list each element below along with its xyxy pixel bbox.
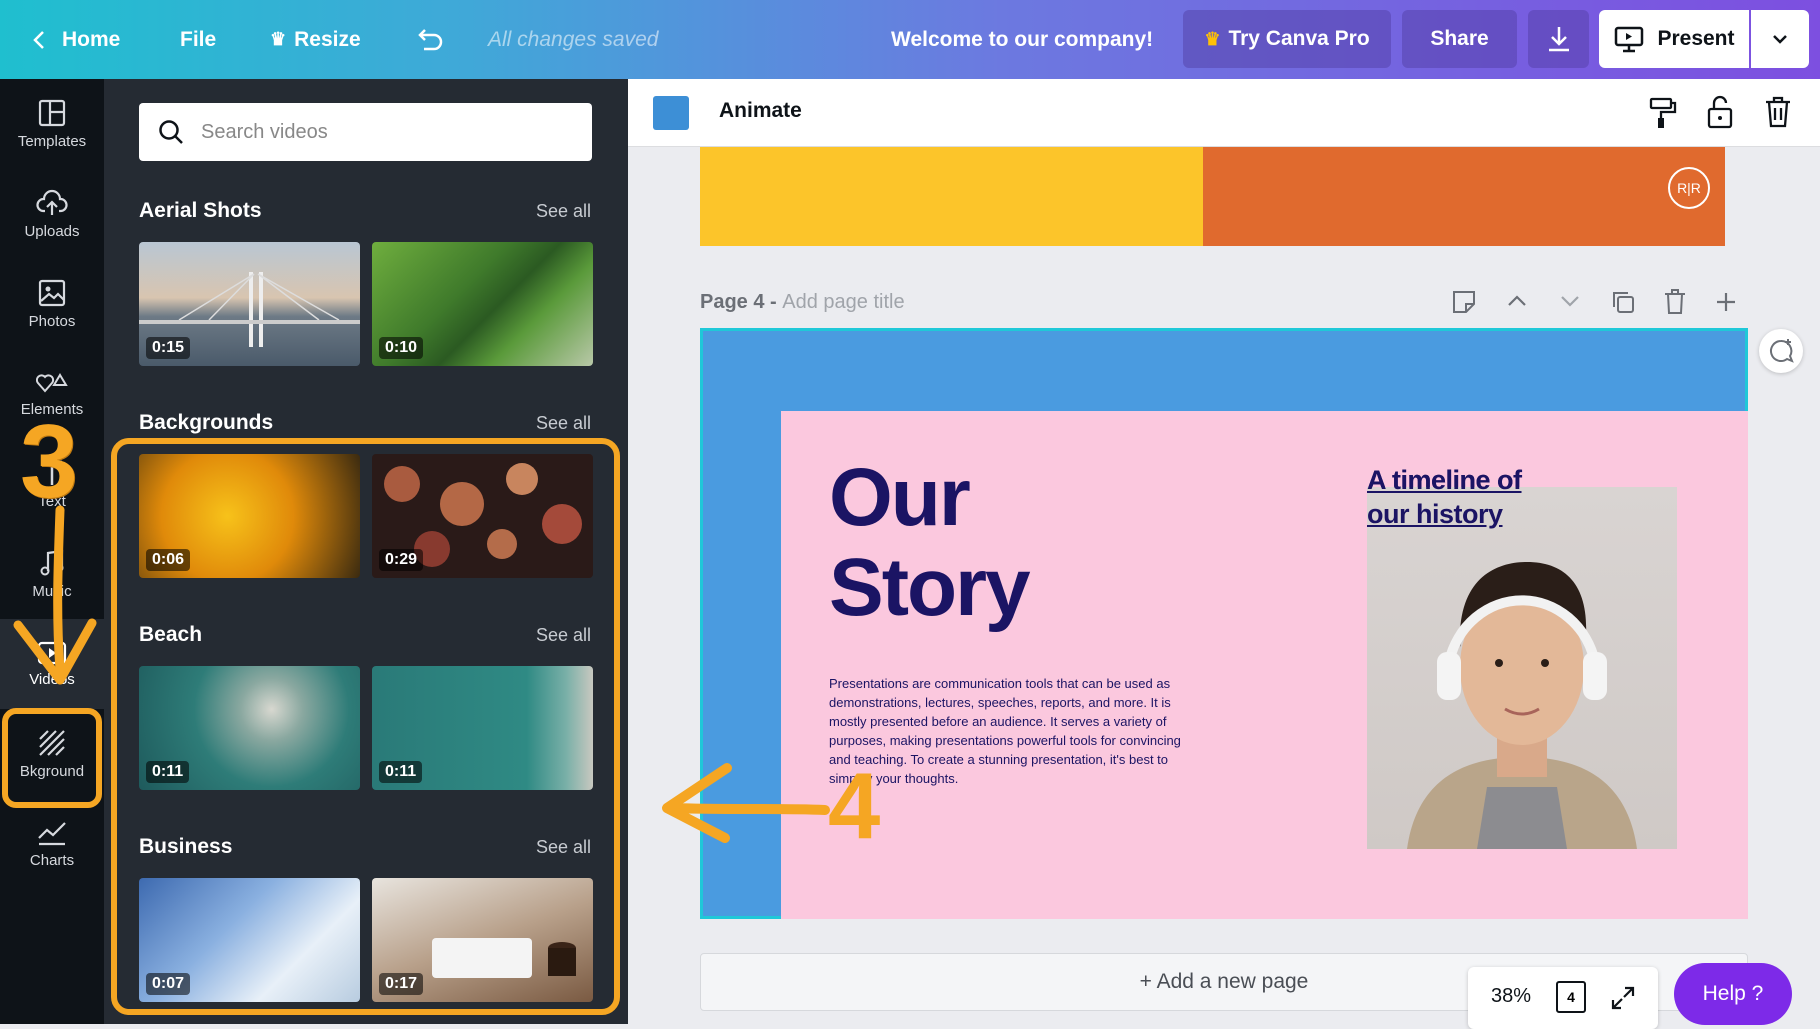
search-input[interactable]: Search videos <box>139 103 592 161</box>
zoom-controls: 38% 4 <box>1468 967 1658 1029</box>
page-count: 4 <box>1567 989 1575 1005</box>
crown-icon: ♛ <box>1204 28 1221 49</box>
image-icon <box>38 279 66 306</box>
shapes-icon <box>36 372 68 393</box>
present-label: Present <box>1657 27 1735 50</box>
upload-cloud-icon <box>36 189 68 215</box>
slide-pink-panel: Our Story Presentations are communicatio… <box>781 411 1748 919</box>
see-all-link[interactable]: See all <box>536 413 591 434</box>
lock-icon[interactable] <box>1706 94 1734 130</box>
video-thumbnail[interactable]: 0:15 <box>139 242 360 366</box>
step-4-label: 4 <box>828 753 881 858</box>
nav-label: Charts <box>29 851 75 869</box>
present-icon <box>1615 26 1644 53</box>
zoom-level[interactable]: 38% <box>1491 985 1531 1008</box>
add-comment-button[interactable] <box>1759 329 1803 373</box>
document-title[interactable]: Welcome to our company! <box>891 0 1153 79</box>
editor-area: Animate R|R Page 4 - Add page title Our … <box>628 79 1820 1029</box>
nav-label: Uploads <box>24 222 80 240</box>
step-3-label: 3 <box>20 404 78 520</box>
nav-templates[interactable]: Templates <box>0 79 104 169</box>
slide-heading-line: Story <box>829 542 1031 633</box>
comment-add-icon <box>1770 339 1794 363</box>
top-bar: Home File ♛ Resize All changes saved Wel… <box>0 0 1820 79</box>
undo-button[interactable] <box>414 0 444 79</box>
page-header: Page 4 - Add page title <box>700 291 905 314</box>
templates-icon <box>38 99 66 126</box>
present-button[interactable]: Present <box>1599 10 1749 68</box>
chevron-left-icon <box>33 30 44 49</box>
animate-button[interactable]: Animate <box>719 99 802 123</box>
arrow-down-annotation <box>13 505 97 685</box>
fullscreen-icon[interactable] <box>1610 985 1636 1011</box>
slide-subheading-overlay: A timeline of our history <box>1367 463 1522 531</box>
try-pro-label: Try Canva Pro <box>1228 27 1370 50</box>
slide-subheading-line: our history <box>1367 499 1503 529</box>
nav-label: Photos <box>28 312 76 330</box>
undo-icon <box>418 28 443 50</box>
chevron-up-icon[interactable] <box>1506 293 1528 309</box>
resize-label: Resize <box>294 27 361 51</box>
videos-nav-highlight-box <box>2 708 102 808</box>
crown-icon: ♛ <box>270 29 287 49</box>
previous-page-block-orange: R|R <box>1203 147 1725 246</box>
slide-heading-line: Our <box>829 452 971 543</box>
chevron-down-icon <box>1773 35 1787 44</box>
nav-photos[interactable]: Photos <box>0 259 104 349</box>
help-button[interactable]: Help ? <box>1674 963 1792 1025</box>
search-placeholder: Search videos <box>201 120 328 143</box>
editor-toolbar: Animate <box>628 79 1820 147</box>
trash-icon[interactable] <box>1764 95 1792 129</box>
section-title: Backgrounds <box>139 411 274 434</box>
color-swatch[interactable] <box>653 96 689 130</box>
chart-line-icon <box>38 821 66 845</box>
add-page-icon[interactable] <box>1714 290 1738 314</box>
previous-page-block-yellow <box>700 147 1203 246</box>
nav-label: Templates <box>17 132 87 150</box>
see-all-link[interactable]: See all <box>536 201 591 222</box>
home-label: Home <box>62 27 121 51</box>
duplicate-icon[interactable] <box>1610 289 1636 315</box>
section-title: Aerial Shots <box>139 199 262 222</box>
slide-heading[interactable]: Our Story <box>829 452 1031 633</box>
resize-button[interactable]: ♛ Resize <box>270 0 361 79</box>
arrow-left-annotation <box>662 763 830 843</box>
video-duration: 0:15 <box>146 337 191 359</box>
try-canva-pro-button[interactable]: ♛ Try Canva Pro <box>1183 10 1391 68</box>
paint-roller-icon[interactable] <box>1648 96 1678 130</box>
download-icon <box>1548 27 1569 52</box>
chevron-down-icon[interactable] <box>1559 293 1581 309</box>
delete-page-icon[interactable] <box>1663 288 1687 316</box>
slide-body-text[interactable]: Presentations are communication tools th… <box>829 674 1189 788</box>
page-label: Page 4 - <box>700 291 777 313</box>
share-button[interactable]: Share <box>1402 10 1517 68</box>
nav-uploads[interactable]: Uploads <box>0 169 104 259</box>
download-button[interactable] <box>1528 10 1589 68</box>
slide-subheading-line: A timeline of <box>1367 465 1522 495</box>
home-button[interactable]: Home <box>30 0 120 79</box>
notes-icon[interactable] <box>1451 289 1477 315</box>
search-icon <box>159 120 183 144</box>
person-photo[interactable] <box>1367 487 1677 849</box>
nav-charts[interactable]: Charts <box>0 799 104 889</box>
person-headphones-illustration <box>1407 562 1637 849</box>
present-options-button[interactable] <box>1751 10 1809 68</box>
file-menu[interactable]: File <box>180 0 216 79</box>
video-duration: 0:10 <box>379 337 424 359</box>
page-title-input[interactable]: Add page title <box>782 291 904 313</box>
save-status: All changes saved <box>488 27 659 51</box>
logo-badge: R|R <box>1668 167 1710 209</box>
panel-highlight-box <box>111 438 620 1015</box>
video-thumbnail[interactable]: 0:10 <box>372 242 593 366</box>
page-count-button[interactable]: 4 <box>1556 981 1586 1013</box>
